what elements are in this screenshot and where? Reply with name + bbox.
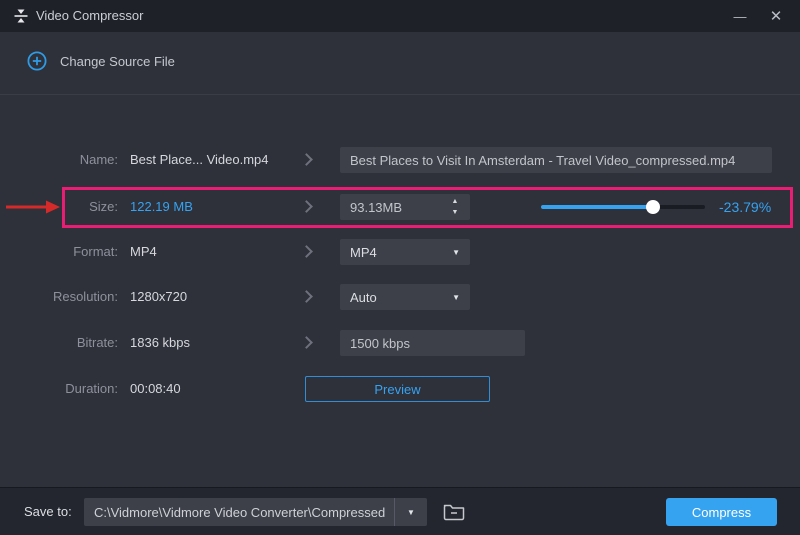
footer-bar: Save to: C:\Vidmore\Vidmore Video Conver…	[0, 487, 800, 535]
header: Change Source File	[0, 32, 800, 95]
change-source-file-button[interactable]: Change Source File	[27, 51, 175, 71]
close-icon: ✕	[770, 7, 783, 25]
name-row: Name: Best Place... Video.mp4	[0, 147, 800, 173]
spinner-up-button[interactable]: ▲	[447, 197, 463, 207]
size-row: Size: 122.19 MB ▲ ▼ -23.79%	[0, 194, 800, 220]
chevron-right-icon	[300, 200, 313, 213]
duration-row: Duration: 00:08:40 Preview	[0, 376, 800, 402]
content: Name: Best Place... Video.mp4 Size: 122.…	[0, 95, 800, 487]
format-row: Format: MP4 MP4 ▼	[0, 239, 800, 265]
format-label: Format:	[0, 239, 118, 265]
name-label: Name:	[0, 147, 118, 173]
minimize-button[interactable]: —	[722, 0, 758, 32]
format-select[interactable]: MP4 ▼	[340, 239, 470, 265]
triangle-down-icon: ▼	[452, 209, 459, 216]
compress-button[interactable]: Compress	[666, 498, 777, 526]
bitrate-row: Bitrate: 1836 kbps	[0, 330, 800, 356]
name-field	[340, 147, 772, 173]
window-title: Video Compressor	[36, 0, 143, 32]
resolution-selected-value: Auto	[350, 290, 377, 305]
dropdown-arrow-icon: ▼	[452, 248, 460, 257]
format-selected-value: MP4	[350, 245, 377, 260]
size-slider[interactable]	[541, 194, 705, 220]
bitrate-label: Bitrate:	[0, 330, 118, 356]
resolution-row: Resolution: 1280x720 Auto ▼	[0, 284, 800, 310]
size-slider-fill	[541, 205, 653, 209]
size-field: ▲ ▼	[340, 194, 470, 220]
triangle-up-icon: ▲	[452, 198, 459, 205]
name-source-value: Best Place... Video.mp4	[130, 147, 269, 173]
size-reduction-percent: -23.79%	[719, 194, 771, 220]
duration-source-value: 00:08:40	[130, 376, 181, 402]
open-folder-button[interactable]	[437, 498, 471, 526]
size-slider-thumb[interactable]	[646, 200, 660, 214]
preview-button[interactable]: Preview	[305, 376, 490, 402]
chevron-right-icon	[300, 336, 313, 349]
spinner-down-button[interactable]: ▼	[447, 208, 463, 218]
close-button[interactable]: ✕	[758, 0, 794, 32]
dropdown-arrow-icon: ▼	[395, 508, 427, 517]
save-path-value: C:\Vidmore\Vidmore Video Converter\Compr…	[84, 505, 394, 520]
size-label: Size:	[0, 194, 118, 220]
folder-icon	[442, 502, 466, 522]
bitrate-source-value: 1836 kbps	[130, 330, 190, 356]
video-compressor-window: Video Compressor — ✕ Change Source File …	[0, 0, 800, 535]
plus-circle-icon	[27, 51, 47, 71]
resolution-select[interactable]: Auto ▼	[340, 284, 470, 310]
size-input[interactable]	[340, 194, 436, 220]
chevron-right-icon	[300, 290, 313, 303]
resolution-source-value: 1280x720	[130, 284, 187, 310]
bitrate-field	[340, 330, 525, 356]
save-path-select[interactable]: C:\Vidmore\Vidmore Video Converter\Compr…	[84, 498, 427, 526]
chevron-right-icon	[300, 245, 313, 258]
change-source-file-label: Change Source File	[60, 54, 175, 69]
save-to-label: Save to:	[24, 488, 72, 535]
name-input[interactable]	[340, 147, 772, 173]
resolution-label: Resolution:	[0, 284, 118, 310]
dropdown-arrow-icon: ▼	[452, 293, 460, 302]
size-source-value: 122.19 MB	[130, 194, 193, 220]
bitrate-input[interactable]	[340, 330, 525, 356]
duration-label: Duration:	[0, 376, 118, 402]
compress-icon	[13, 8, 29, 24]
chevron-right-icon	[300, 153, 313, 166]
size-spinner: ▲ ▼	[447, 196, 463, 218]
format-source-value: MP4	[130, 239, 157, 265]
title-bar: Video Compressor — ✕	[0, 0, 800, 32]
minimize-icon: —	[734, 9, 747, 24]
